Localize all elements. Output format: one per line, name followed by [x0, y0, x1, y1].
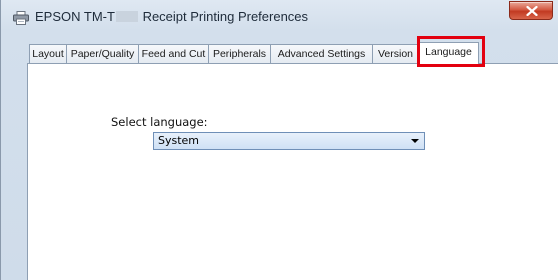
- chevron-down-icon[interactable]: [411, 139, 419, 143]
- redacted-model-number: [115, 11, 138, 22]
- window-title: EPSON TM-T Receipt Printing Preferences: [35, 9, 308, 25]
- tab-paper-quality[interactable]: Paper/Quality: [66, 44, 139, 64]
- language-dropdown-value: System: [158, 134, 200, 147]
- window-title-prefix: EPSON TM-T: [35, 9, 115, 24]
- tab-advanced-settings[interactable]: Advanced Settings: [270, 44, 373, 64]
- printer-icon: [13, 11, 29, 25]
- title-bar[interactable]: EPSON TM-T Receipt Printing Preferences: [1, 0, 558, 34]
- tab-layout[interactable]: Layout: [29, 44, 67, 64]
- tab-peripherals[interactable]: Peripherals: [208, 44, 271, 64]
- close-button[interactable]: [509, 1, 553, 20]
- tab-version[interactable]: Version: [372, 44, 419, 64]
- highlight-annotation: [417, 36, 485, 67]
- preferences-window: EPSON TM-T Receipt Printing Preferences …: [0, 0, 558, 280]
- language-panel: [27, 63, 558, 280]
- tab-feed-and-cut[interactable]: Feed and Cut: [138, 44, 209, 64]
- close-icon: [526, 6, 538, 16]
- language-dropdown[interactable]: System: [153, 132, 425, 150]
- window-title-suffix: Receipt Printing Preferences: [142, 9, 309, 24]
- select-language-label: Select language:: [111, 115, 208, 129]
